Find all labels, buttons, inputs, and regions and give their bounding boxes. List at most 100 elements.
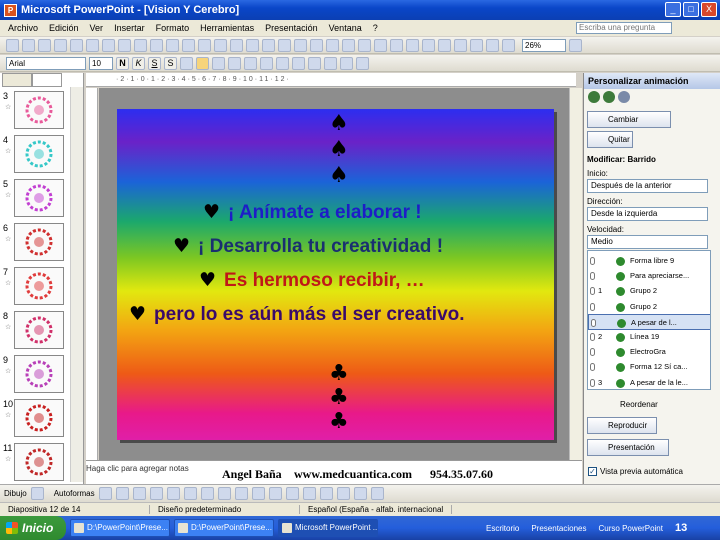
animation-list-item[interactable]: 1 Grupo 2 bbox=[588, 283, 710, 299]
arrange-icon[interactable] bbox=[374, 38, 387, 52]
new-slide-icon[interactable] bbox=[356, 56, 369, 70]
research-icon[interactable] bbox=[134, 38, 147, 52]
hyperlink-icon[interactable] bbox=[294, 38, 307, 52]
maximize-button[interactable]: □ bbox=[683, 2, 699, 17]
font-combo[interactable]: Arial bbox=[6, 56, 86, 70]
animation-list-item[interactable]: A pesar de l... bbox=[588, 313, 710, 330]
format-painter-icon[interactable] bbox=[198, 38, 211, 52]
group-icon[interactable] bbox=[422, 38, 435, 52]
animation-list-item[interactable]: ElectroGra bbox=[588, 344, 710, 360]
slide-thumbnail[interactable] bbox=[14, 223, 64, 261]
order-icon[interactable] bbox=[406, 38, 419, 52]
fill-color-icon[interactable] bbox=[251, 487, 265, 500]
menu-edicion[interactable]: Edición bbox=[49, 23, 79, 33]
home-icon[interactable] bbox=[618, 91, 630, 103]
menu-presentacion[interactable]: Presentación bbox=[265, 23, 318, 33]
print-preview-icon[interactable] bbox=[102, 38, 115, 52]
close-button[interactable]: X bbox=[701, 2, 717, 17]
shadow-style-icon[interactable] bbox=[353, 487, 367, 500]
slide-thumbnail[interactable] bbox=[14, 135, 64, 173]
slides-scrollbar[interactable] bbox=[70, 87, 83, 482]
animation-list-item[interactable]: Forma 12 Sí ca... bbox=[588, 359, 710, 375]
diagram-icon[interactable] bbox=[200, 487, 214, 500]
slide-thumbnail[interactable] bbox=[14, 355, 64, 393]
taskbar-item[interactable]: D:\PowerPoint\Prese... bbox=[70, 519, 170, 537]
permission-icon[interactable] bbox=[54, 38, 67, 52]
decrease-font-icon[interactable] bbox=[276, 56, 289, 70]
autoshapes-menu[interactable]: Autoformas bbox=[54, 489, 95, 498]
font-color-draw-icon[interactable] bbox=[285, 487, 299, 500]
taskbar-item-active[interactable]: Microsoft PowerPoint ... bbox=[278, 519, 378, 537]
menu-insertar[interactable]: Insertar bbox=[114, 23, 145, 33]
send-backward-icon[interactable] bbox=[502, 38, 515, 52]
rotate-icon[interactable] bbox=[470, 38, 483, 52]
email-icon[interactable] bbox=[70, 38, 83, 52]
font-size-combo[interactable]: 10 bbox=[89, 56, 113, 70]
underline-button[interactable]: S bbox=[148, 56, 161, 70]
animation-list[interactable]: Forma libre 9 Para apreciarse... 1 Grupo 2 G… bbox=[587, 250, 711, 390]
remove-effect-button[interactable]: Quitar bbox=[587, 131, 633, 148]
slide-thumbnail[interactable] bbox=[14, 267, 64, 305]
shadow-button[interactable]: S bbox=[164, 56, 177, 70]
minimize-button[interactable]: _ bbox=[665, 2, 681, 17]
wordart-icon[interactable] bbox=[183, 487, 197, 500]
open-icon[interactable] bbox=[22, 38, 35, 52]
numbering-icon[interactable] bbox=[228, 56, 241, 70]
autopreview-checkbox[interactable]: ✓ bbox=[588, 467, 597, 476]
slide-thumbnail[interactable] bbox=[14, 179, 64, 217]
animation-list-item[interactable]: 3 A pesar de la le... bbox=[588, 375, 710, 389]
notes-pane[interactable]: Haga clic para agregar notas Angel Baña … bbox=[86, 460, 582, 484]
paste-icon[interactable] bbox=[182, 38, 195, 52]
align-left-icon[interactable] bbox=[180, 56, 193, 70]
tab-slides[interactable] bbox=[32, 73, 62, 87]
arrow-style-icon[interactable] bbox=[336, 487, 350, 500]
tab-outline[interactable] bbox=[2, 73, 32, 87]
spelling-icon[interactable] bbox=[118, 38, 131, 52]
zoom-combo[interactable]: 26% bbox=[522, 38, 566, 52]
line-style-icon[interactable] bbox=[302, 487, 316, 500]
direction-select[interactable]: Desde la izquierda bbox=[587, 207, 708, 221]
bullets-icon[interactable] bbox=[244, 56, 257, 70]
desktop-toolbar[interactable]: Escritorio bbox=[486, 524, 519, 533]
arrow-icon[interactable] bbox=[115, 487, 129, 500]
copy-icon[interactable] bbox=[166, 38, 179, 52]
slide-thumbnail[interactable] bbox=[14, 399, 64, 437]
decrease-indent-icon[interactable] bbox=[292, 56, 305, 70]
ask-question-input[interactable]: Escriba una pregunta bbox=[576, 22, 672, 34]
forward-icon[interactable] bbox=[603, 91, 615, 103]
speed-select[interactable]: Medio bbox=[587, 235, 708, 249]
undo-icon[interactable] bbox=[214, 38, 227, 52]
slide-scrollbar[interactable] bbox=[569, 88, 582, 460]
reorder-label[interactable]: Reordenar bbox=[620, 400, 658, 409]
play-button[interactable]: Reproducir bbox=[587, 417, 657, 434]
textbox-icon[interactable] bbox=[166, 487, 180, 500]
back-icon[interactable] bbox=[588, 91, 600, 103]
bold-button[interactable]: N bbox=[116, 56, 129, 70]
menu-formato[interactable]: Formato bbox=[156, 23, 190, 33]
picture-icon[interactable] bbox=[234, 487, 248, 500]
redo-icon[interactable] bbox=[230, 38, 243, 52]
animation-list-item[interactable]: Forma libre 9 bbox=[588, 253, 710, 269]
font-color-icon[interactable] bbox=[324, 56, 337, 70]
grid-icon[interactable] bbox=[342, 38, 355, 52]
save-icon[interactable] bbox=[38, 38, 51, 52]
dash-style-icon[interactable] bbox=[319, 487, 333, 500]
align-right-icon[interactable] bbox=[212, 56, 225, 70]
rectangle-icon[interactable] bbox=[132, 487, 146, 500]
change-effect-button[interactable]: Cambiar bbox=[587, 111, 671, 128]
oval-icon[interactable] bbox=[149, 487, 163, 500]
menu-help[interactable]: ? bbox=[373, 23, 378, 33]
start-select[interactable]: Después de la anterior bbox=[587, 179, 708, 193]
animation-list-item[interactable]: Grupo 2 bbox=[588, 299, 710, 315]
design-icon[interactable] bbox=[340, 56, 353, 70]
presentations-toolbar[interactable]: Presentaciones bbox=[531, 524, 586, 533]
cut-icon[interactable] bbox=[150, 38, 163, 52]
color-grayscale-icon[interactable] bbox=[358, 38, 371, 52]
increase-indent-icon[interactable] bbox=[308, 56, 321, 70]
menu-ventana[interactable]: Ventana bbox=[329, 23, 362, 33]
insert-table-icon[interactable] bbox=[262, 38, 275, 52]
slideshow-button[interactable]: Presentación bbox=[587, 439, 669, 456]
draw-menu[interactable]: Dibujo bbox=[4, 489, 27, 498]
show-formatting-icon[interactable] bbox=[326, 38, 339, 52]
slide-thumbnail[interactable] bbox=[14, 443, 64, 481]
